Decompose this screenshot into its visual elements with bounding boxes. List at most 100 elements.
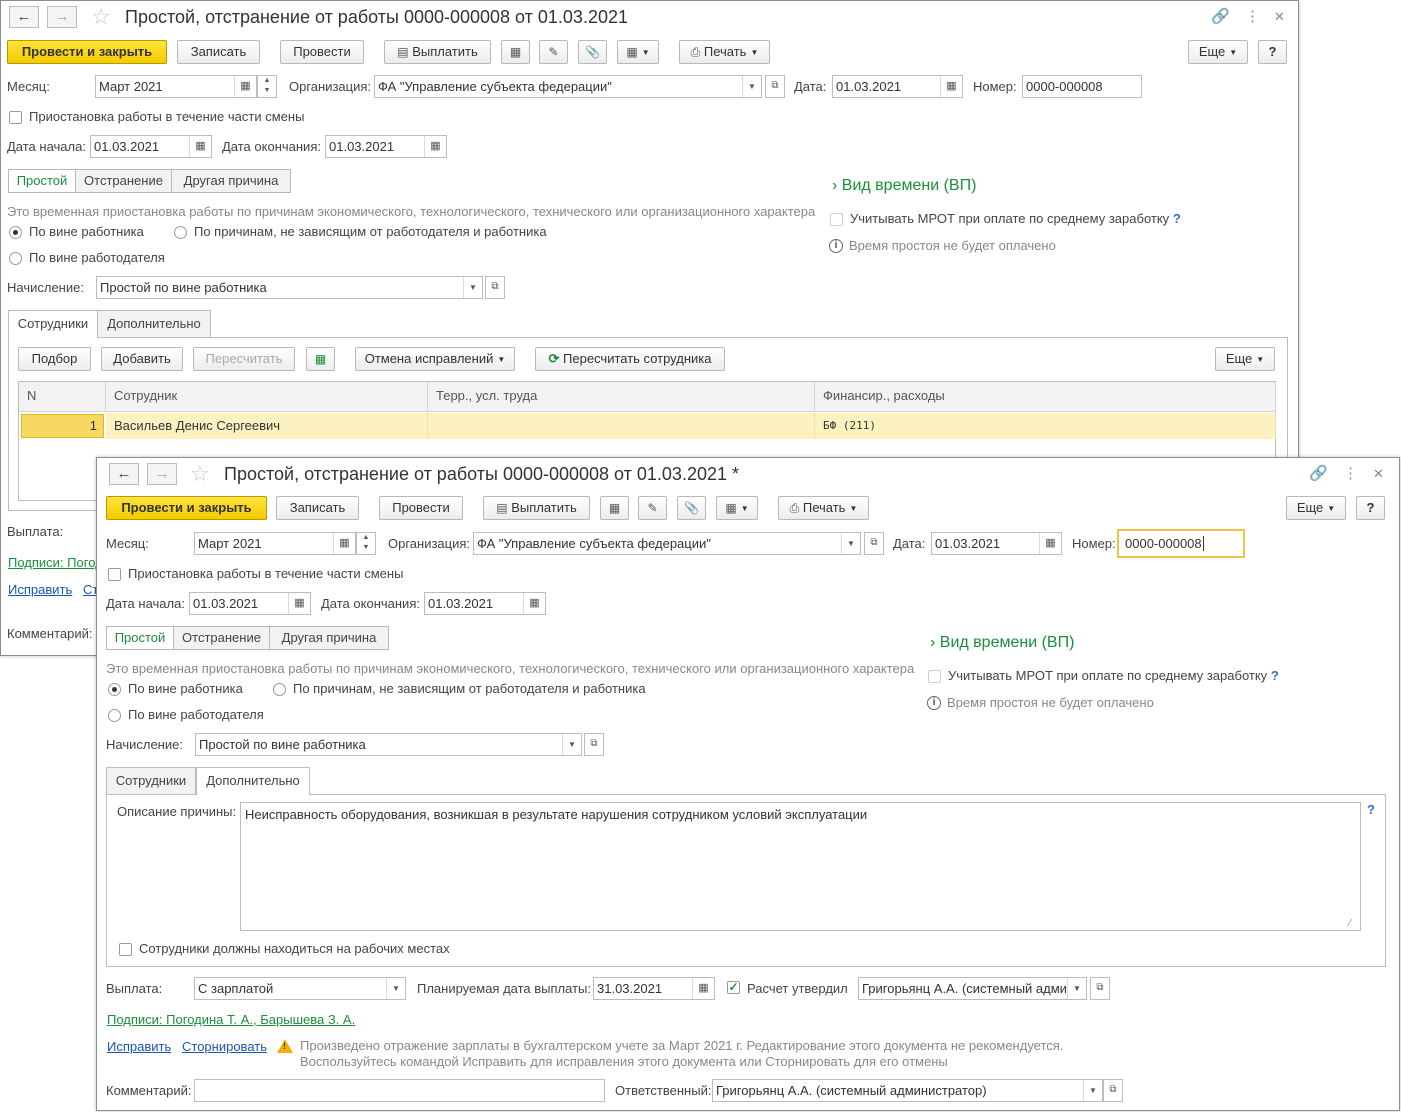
chevron-down-icon[interactable]: ▼ bbox=[742, 76, 761, 97]
comment-field[interactable] bbox=[194, 1079, 605, 1102]
seg-idle[interactable]: Простой bbox=[8, 169, 76, 193]
close-icon[interactable]: ✕ bbox=[1373, 466, 1384, 482]
link-icon[interactable]: 🔗 bbox=[1309, 466, 1328, 482]
seg-other-reason[interactable]: Другая причина bbox=[171, 169, 291, 193]
reason-textarea[interactable]: Неисправность оборудования, возникшая в … bbox=[240, 802, 1361, 931]
chevron-down-icon[interactable]: ▼ bbox=[841, 533, 860, 554]
seg-suspension[interactable]: Отстранение bbox=[173, 626, 270, 650]
registry-button[interactable]: ▦ bbox=[501, 40, 530, 64]
attach-button[interactable]: 📎 bbox=[677, 496, 706, 520]
calendar-icon[interactable]: ▦ bbox=[940, 76, 962, 97]
start-date-field[interactable]: 01.03.2021 ▦ bbox=[90, 135, 212, 158]
chevron-down-icon[interactable]: ▼ bbox=[1067, 978, 1086, 999]
fix-link[interactable]: Исправить bbox=[107, 1039, 171, 1055]
cell-employee[interactable]: Васильев Денис Сергеевич bbox=[106, 413, 428, 439]
attach-button[interactable]: 📎 bbox=[578, 40, 607, 64]
org-field[interactable]: ФА "Управление субъекта федерации" ▼ bbox=[473, 532, 861, 555]
month-field[interactable]: Март 2021 ▦ bbox=[95, 75, 257, 98]
open-responsible-button[interactable]: ⧉ bbox=[1103, 1079, 1123, 1102]
end-date-field[interactable]: 01.03.2021 ▦ bbox=[325, 135, 447, 158]
approved-checkbox[interactable]: ✓ bbox=[727, 981, 740, 994]
worktime-type-link[interactable]: › Вид времени (ВП) bbox=[930, 635, 1074, 651]
at-workplace-checkbox[interactable] bbox=[119, 943, 132, 956]
calendar-icon[interactable]: ▦ bbox=[189, 136, 211, 157]
month-stepper[interactable]: ▲ ▼ bbox=[257, 75, 277, 98]
help-icon[interactable]: ? bbox=[1271, 668, 1279, 683]
help-icon[interactable]: ? bbox=[1367, 802, 1375, 818]
more-vertical-icon[interactable]: ⋮ bbox=[1245, 9, 1260, 25]
recalculate-button[interactable]: Пересчитать bbox=[193, 347, 295, 371]
pay-button[interactable]: ▤ Выплатить bbox=[384, 40, 491, 64]
responsible-field[interactable]: Григорьянц А.А. (системный администратор… bbox=[712, 1079, 1103, 1102]
partial-shift-checkbox[interactable] bbox=[9, 111, 22, 124]
chevron-down-icon[interactable]: ▼ bbox=[562, 734, 581, 755]
seg-suspension[interactable]: Отстранение bbox=[75, 169, 172, 193]
more-button[interactable]: Еще ▼ bbox=[1188, 40, 1248, 64]
calendar-icon[interactable]: ▦ bbox=[424, 136, 446, 157]
post-and-close-button[interactable]: Провести и закрыть bbox=[7, 40, 167, 64]
open-org-button[interactable]: ⧉ bbox=[864, 532, 884, 555]
calendar-icon[interactable]: ▦ bbox=[523, 593, 545, 614]
post-button[interactable]: Провести bbox=[379, 496, 463, 520]
tab-additional[interactable]: Дополнительно bbox=[196, 767, 310, 795]
mrot-checkbox[interactable] bbox=[928, 670, 941, 683]
tab-additional[interactable]: Дополнительно bbox=[97, 310, 211, 337]
edit-doc-button[interactable]: ✎ bbox=[638, 496, 667, 520]
col-terr[interactable]: Терр., усл. труда bbox=[428, 382, 815, 412]
edit-doc-button[interactable]: ✎ bbox=[539, 40, 568, 64]
open-accrual-button[interactable]: ⧉ bbox=[584, 733, 604, 756]
radio-independent[interactable] bbox=[273, 683, 286, 696]
accrual-field[interactable]: Простой по вине работника ▼ bbox=[195, 733, 582, 756]
pick-button[interactable]: Подбор bbox=[18, 347, 91, 371]
forward-button[interactable]: → bbox=[47, 6, 77, 28]
signatures-link[interactable]: Подписи: Погоди bbox=[8, 555, 110, 571]
cell-fin[interactable]: БФ (211) bbox=[815, 413, 1276, 439]
plan-date-field[interactable]: 31.03.2021 ▦ bbox=[593, 977, 715, 1000]
open-accrual-button[interactable]: ⧉ bbox=[485, 276, 505, 299]
col-employee[interactable]: Сотрудник bbox=[106, 382, 428, 412]
help-button[interactable]: ? bbox=[1258, 40, 1287, 64]
approved-by-field[interactable]: Григорьянц А.А. (системный адми ▼ bbox=[858, 977, 1087, 1000]
col-fin[interactable]: Финансир., расходы bbox=[815, 382, 1276, 412]
col-n[interactable]: N bbox=[19, 382, 106, 412]
post-and-close-button[interactable]: Провести и закрыть bbox=[106, 496, 267, 520]
cell-terr[interactable] bbox=[428, 413, 815, 439]
date-field[interactable]: 01.03.2021 ▦ bbox=[931, 532, 1062, 555]
forward-button[interactable]: → bbox=[147, 463, 177, 485]
close-icon[interactable]: ✕ bbox=[1274, 9, 1285, 25]
number-field[interactable]: 0000-000008 bbox=[1022, 75, 1142, 98]
open-approved-by-button[interactable]: ⧉ bbox=[1090, 977, 1110, 1000]
mrot-checkbox[interactable] bbox=[830, 213, 843, 226]
tab-employees[interactable]: Сотрудники bbox=[8, 310, 98, 338]
grid-more-button[interactable]: Еще ▼ bbox=[1215, 347, 1275, 371]
date-field[interactable]: 01.03.2021 ▦ bbox=[832, 75, 963, 98]
start-date-field[interactable]: 01.03.2021 ▦ bbox=[189, 592, 311, 615]
seg-other-reason[interactable]: Другая причина bbox=[269, 626, 389, 650]
chevron-down-icon[interactable]: ▼ bbox=[386, 978, 405, 999]
back-button[interactable]: ← bbox=[109, 463, 139, 485]
month-field[interactable]: Март 2021 ▦ bbox=[194, 532, 356, 555]
recalc-employee-button[interactable]: ⟳ Пересчитать сотрудника bbox=[535, 347, 725, 371]
cancel-fix-button[interactable]: Отмена исправлений ▼ bbox=[355, 347, 515, 371]
tab-employees[interactable]: Сотрудники bbox=[106, 767, 196, 794]
radio-independent[interactable] bbox=[174, 226, 187, 239]
save-button[interactable]: Записать bbox=[276, 496, 359, 520]
calendar-icon[interactable]: ▦ bbox=[1039, 533, 1061, 554]
save-button[interactable]: Записать bbox=[177, 40, 260, 64]
calendar-icon[interactable]: ▦ bbox=[692, 978, 714, 999]
print-button[interactable]: ⎙ Печать ▼ bbox=[778, 496, 869, 520]
link-icon[interactable]: 🔗 bbox=[1211, 9, 1230, 25]
signatures-link[interactable]: Подписи: Погодина Т. А., Барышева З. А. bbox=[107, 1012, 355, 1028]
storno-link[interactable]: Сторнировать bbox=[182, 1039, 267, 1055]
back-button[interactable]: ← bbox=[9, 6, 39, 28]
cell-n[interactable]: 1 bbox=[21, 414, 104, 438]
open-org-button[interactable]: ⧉ bbox=[765, 75, 785, 98]
calendar-icon[interactable]: ▦ bbox=[288, 593, 310, 614]
more-vertical-icon[interactable]: ⋮ bbox=[1343, 466, 1358, 482]
accrual-field[interactable]: Простой по вине работника ▼ bbox=[96, 276, 483, 299]
more-button[interactable]: Еще ▼ bbox=[1286, 496, 1346, 520]
payment-field[interactable]: С зарплатой ▼ bbox=[194, 977, 406, 1000]
fix-link[interactable]: Исправить bbox=[8, 582, 72, 598]
radio-employer-fault[interactable] bbox=[9, 252, 22, 265]
favorite-star-icon[interactable]: ☆ bbox=[190, 463, 210, 485]
